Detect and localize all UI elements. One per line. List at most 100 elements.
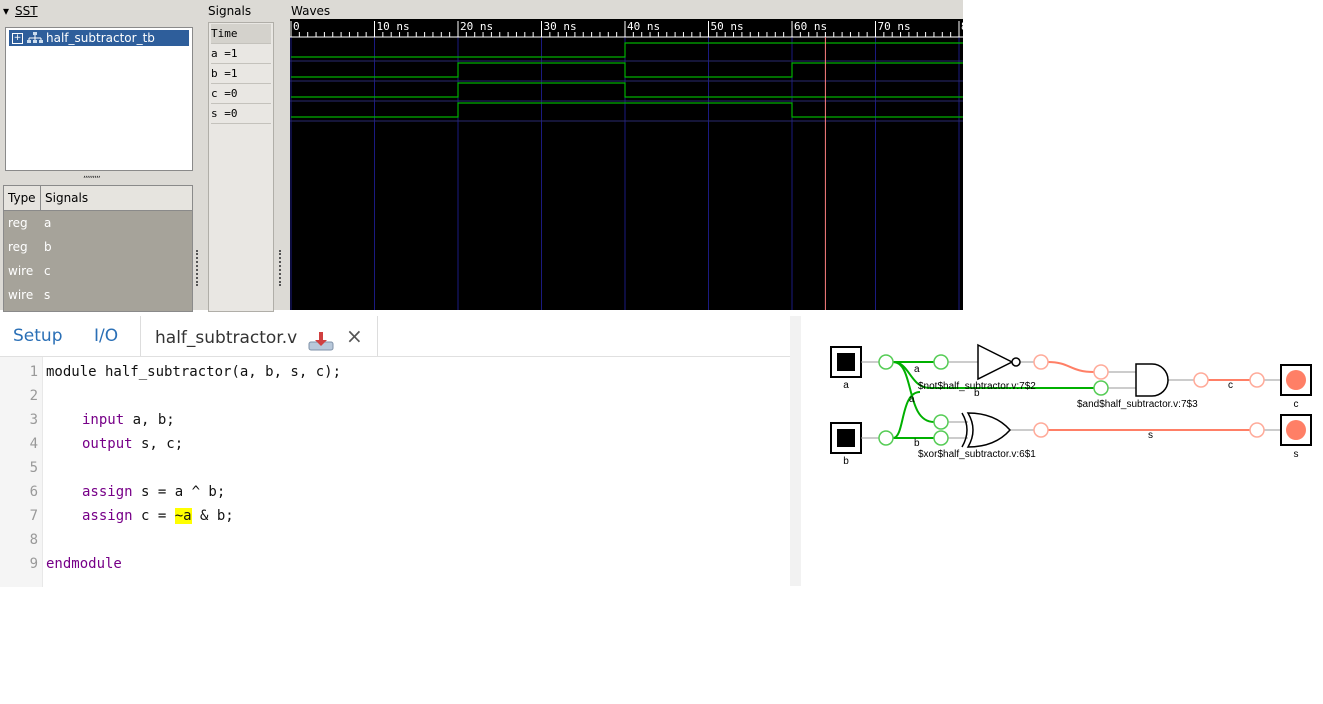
code-line[interactable]: input a, b; [46,412,175,428]
column-header-signals[interactable]: Signals [41,186,192,210]
waveform-c [291,82,963,98]
signals-type-table: Type Signals reg a reg b wire c wire s [3,185,193,312]
sst-collapse-icon[interactable]: ▾ [3,4,9,18]
signal-s[interactable]: s =0 [211,104,271,124]
waveform-a [291,42,963,58]
schematic-view[interactable]: a b c s a b a b c s $not$half_subtractor… [801,316,1323,586]
line-gutter: 1 2 3 4 5 6 7 8 9 [0,357,43,587]
and-gate[interactable] [1135,363,1169,397]
keyword: output [82,436,133,452]
line-number: 2 [29,388,38,404]
waves-svg[interactable]: 0 10 ns 20 ns 30 ns 40 ns 50 ns 60 ns 70 ns 80 n [290,19,963,310]
cell-label-not: $not$half_subtractor.v:7$2 [918,381,1036,392]
not-gate[interactable] [977,343,1021,381]
signal-b[interactable]: b =1 [211,64,271,84]
port-label-a: a [843,380,849,391]
time-tick-label: 10 ns [377,20,410,33]
line-number: 5 [29,460,38,476]
line-number: 3 [29,412,38,428]
code-line[interactable]: output s, c; [46,436,183,452]
table-row[interactable]: wire s [4,283,192,307]
hierarchy-icon [27,32,43,43]
time-tick-label: 50 ns [711,20,744,33]
signal-type: wire [8,288,34,302]
xor-gate[interactable] [961,412,1012,448]
close-icon[interactable]: × [346,324,363,348]
signal-name: c [44,264,51,278]
time-tick-label: 70 ns [878,20,911,33]
line-number: 7 [29,508,38,524]
highlighted-text: ~a [174,508,192,524]
cell-label-xor: $xor$half_subtractor.v:6$1 [918,449,1036,460]
input-port-a[interactable] [830,346,862,378]
signal-name: b [44,240,52,254]
schematic-svg[interactable]: a b c s a b a b c s $not$half_subtractor… [801,316,1323,586]
tab-io[interactable]: I/O [94,316,118,356]
time-tick-label: 40 ns [627,20,660,33]
time-tick-label: 30 ns [544,20,577,33]
column-header-type[interactable]: Type [4,186,41,210]
tab-file[interactable]: half_subtractor.v × [140,316,378,356]
line-number: 8 [29,532,38,548]
line-number: 6 [29,484,38,500]
code-text: s = a ^ b; [132,484,226,500]
cell-label-and: $and$half_subtractor.v:7$3 [1077,399,1198,410]
gtkwave-window: ▾ SST + half_subtractor_tb ,,,,,,,,, Typ… [0,0,963,312]
signal-a[interactable]: a =1 [211,44,271,64]
time-tick-label: 0 [293,20,300,33]
sst-tree[interactable]: + half_subtractor_tb [5,27,193,171]
tab-setup[interactable]: Setup [13,316,62,356]
table-header: Type Signals [4,186,192,211]
output-port-s[interactable] [1280,414,1312,446]
code-line[interactable]: module half_subtractor(a, b, s, c); [46,364,341,380]
table-row[interactable]: wire c [4,259,192,283]
table-row[interactable]: reg b [4,235,192,259]
signal-c[interactable]: c =0 [211,84,271,104]
panel-divider[interactable] [790,316,801,586]
time-tick-label: 80 n [961,20,963,33]
wire-label-a: a [914,364,920,375]
table-row[interactable]: reg a [4,211,192,235]
line-number: 9 [29,556,38,572]
input-port-b[interactable] [830,422,862,454]
code-text: a, b; [124,412,175,428]
wire-label-a: a [909,394,915,405]
wire-label-b: b [914,438,920,449]
code-line[interactable]: assign c = ~a & b; [46,508,234,524]
signals-label: Signals [208,4,252,18]
tab-file-label: half_subtractor.v [155,328,298,348]
code-line[interactable]: endmodule [46,556,122,572]
pane-grip[interactable]: ,,,,,,,,, [83,170,101,180]
code-line[interactable]: assign s = a ^ b; [46,484,225,500]
time-tick-label: 60 ns [794,20,827,33]
wire-label-c: c [1228,380,1233,391]
keyword: assign [82,484,133,500]
signal-type: reg [8,216,28,230]
editor-tabbar: Setup I/O half_subtractor.v × [0,316,790,356]
signal-time[interactable]: Time [211,24,271,44]
port-label-s: s [1294,449,1299,460]
signal-name: a [44,216,52,230]
signals-list[interactable]: Time a =1 b =1 c =0 s =0 [208,22,274,312]
port-label-b: b [843,456,849,467]
download-icon[interactable] [307,327,335,351]
signal-name: s [44,288,51,302]
waveform-b [291,62,963,78]
line-number: 4 [29,436,38,452]
tree-item-half-subtractor-tb[interactable]: + half_subtractor_tb [9,30,189,46]
waves-canvas[interactable]: 0 10 ns 20 ns 30 ns 40 ns 50 ns 60 ns 70 ns 80 n [290,19,963,310]
code-text: & b; [191,508,234,524]
pane-resize-handle[interactable] [196,250,202,286]
pane-resize-handle[interactable] [279,250,285,286]
code-editor[interactable]: 1 2 3 4 5 6 7 8 9 module half_subtractor… [0,356,790,587]
expand-icon[interactable]: + [12,32,23,44]
output-port-c[interactable] [1280,364,1312,396]
wire-label-s: s [1148,430,1153,441]
waves-label: Waves [291,4,331,18]
signal-type: reg [8,240,28,254]
line-number: 1 [29,364,38,380]
signal-type: wire [8,264,34,278]
keyword: assign [82,508,133,524]
tree-item-label: half_subtractor_tb [46,31,155,45]
code-text: c = [132,508,175,524]
